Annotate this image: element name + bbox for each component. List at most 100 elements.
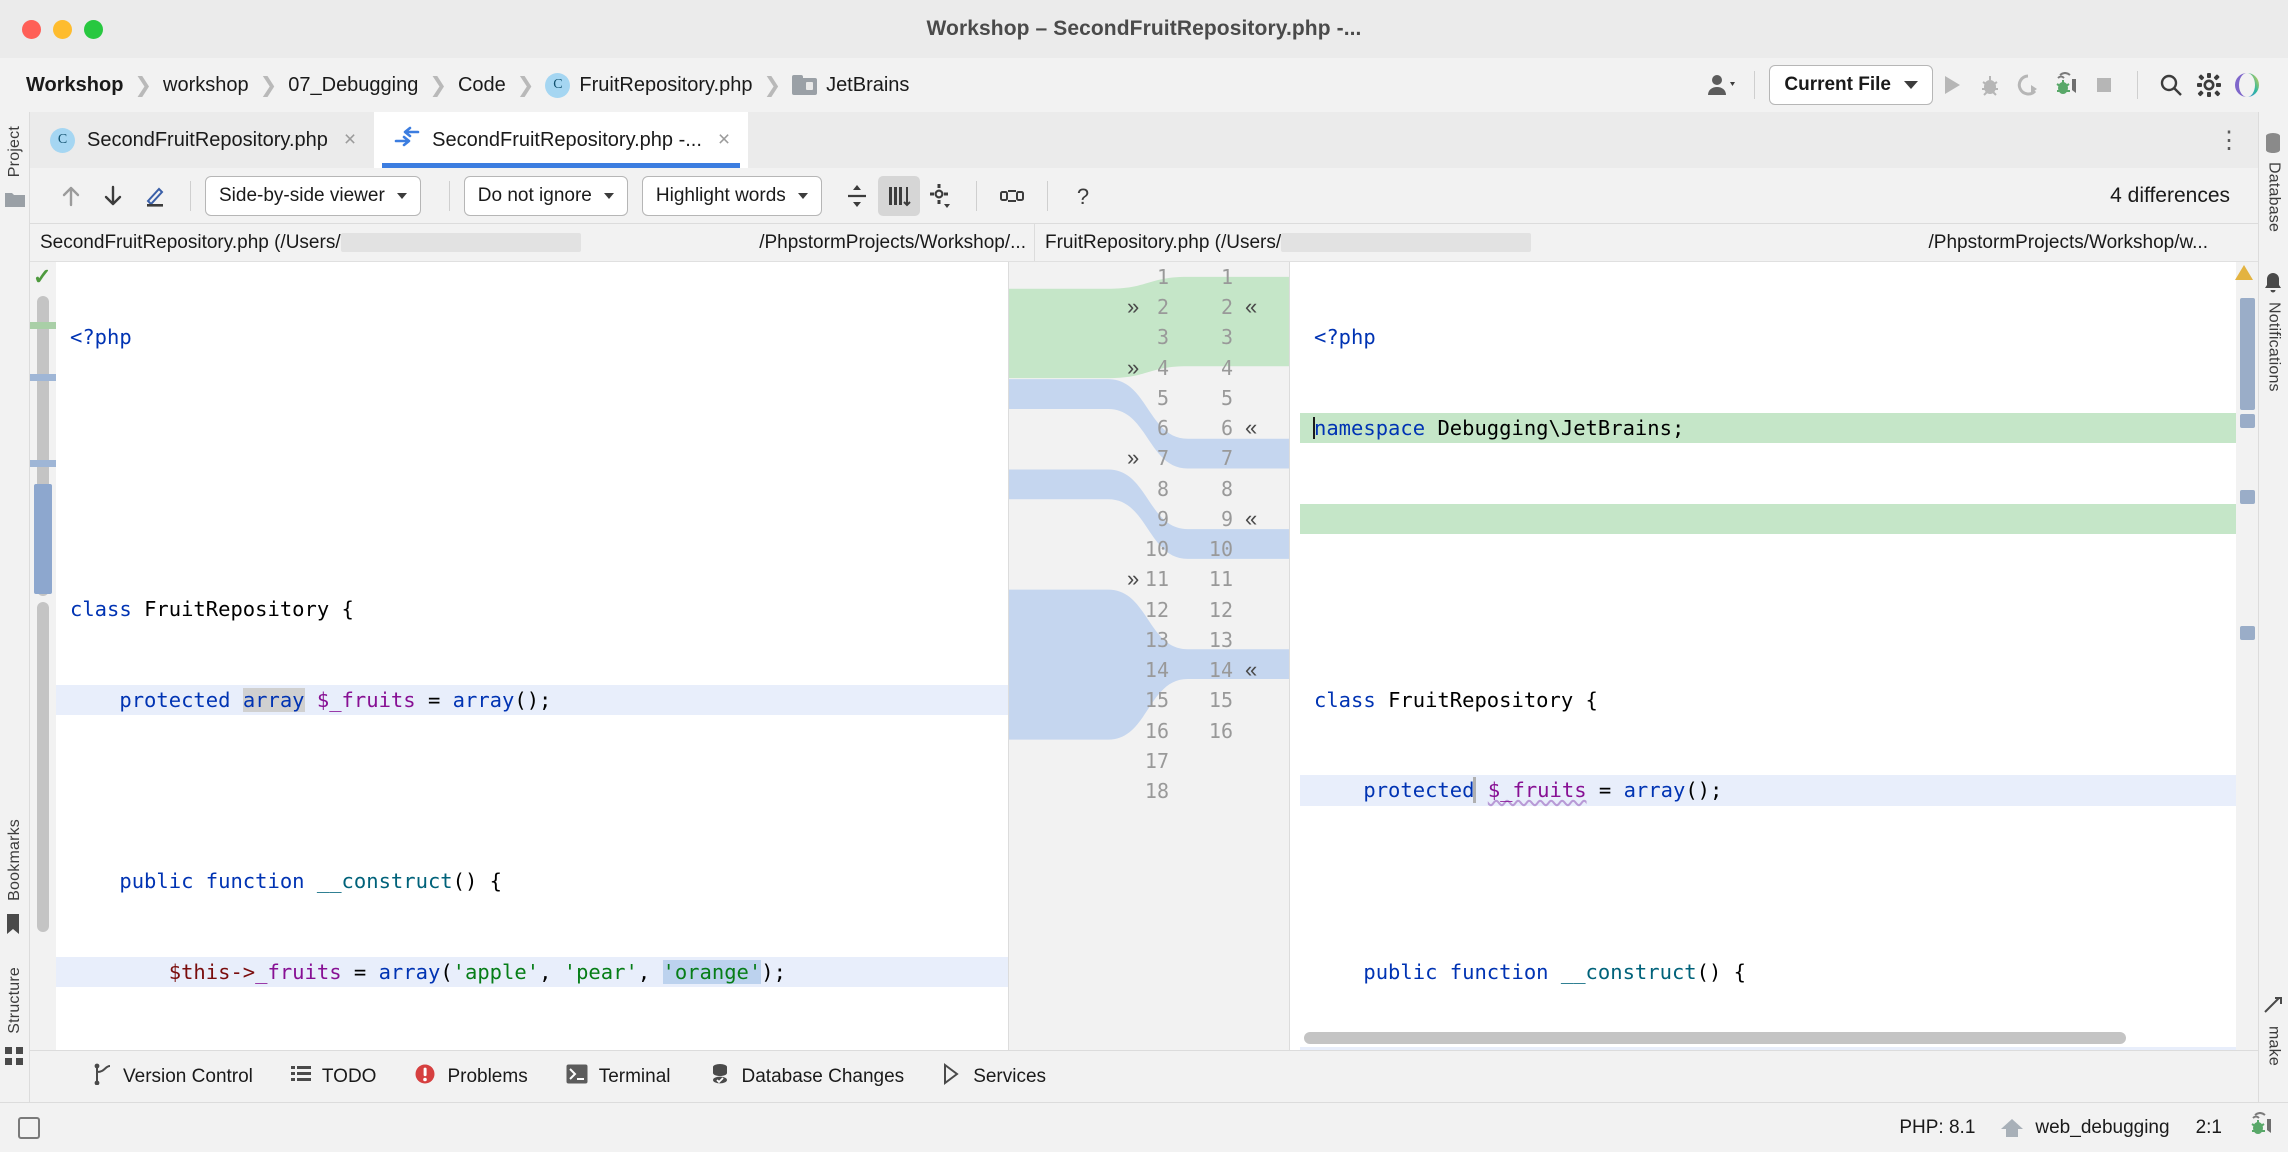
- chevron-down-icon: [396, 192, 407, 199]
- sidebar-item-structure[interactable]: Structure: [6, 967, 24, 1034]
- collapse-unchanged-icon[interactable]: [836, 176, 878, 216]
- layout-icon[interactable]: [18, 1116, 40, 1139]
- listen-php-debug-icon[interactable]: [2248, 1111, 2274, 1144]
- viewport-thumb[interactable]: [2240, 298, 2255, 410]
- sidebar-item-project[interactable]: Project: [6, 126, 24, 177]
- database-icon[interactable]: [2263, 132, 2285, 154]
- branch-indicator[interactable]: web_debugging: [2001, 1117, 2170, 1139]
- account-icon[interactable]: [1702, 66, 1740, 104]
- zoom-window-button[interactable]: [84, 19, 103, 39]
- left-line-number: 14: [1144, 658, 1169, 682]
- right-line-number: 12: [1208, 598, 1233, 622]
- left-line-number: 7: [1156, 446, 1169, 470]
- show-diff-icon[interactable]: [877, 175, 920, 216]
- apply-to-left-button[interactable]: «: [1245, 504, 1257, 534]
- run-icon[interactable]: [1933, 66, 1971, 104]
- diff-marker-modified[interactable]: [30, 374, 56, 381]
- viewport-thumb[interactable]: [34, 484, 52, 594]
- apply-to-right-button[interactable]: »: [1127, 564, 1139, 594]
- caret-position-indicator[interactable]: 2:1: [2196, 1117, 2222, 1139]
- sidebar-item-database[interactable]: Database: [2265, 162, 2283, 232]
- edit-pencil-icon[interactable]: [134, 176, 176, 216]
- apply-to-left-button[interactable]: «: [1245, 292, 1257, 322]
- stop-icon[interactable]: [2085, 66, 2123, 104]
- settings-gear-icon[interactable]: [2190, 66, 2228, 104]
- breadcrumb-separator: ❯: [259, 73, 278, 97]
- tool-window-todo[interactable]: TODO: [290, 1064, 403, 1090]
- tool-window-terminal[interactable]: Terminal: [566, 1064, 697, 1090]
- help-icon[interactable]: ?: [1062, 176, 1104, 216]
- apply-to-right-button[interactable]: »: [1127, 443, 1139, 473]
- window-title: Workshop – SecondFruitRepository.php -..…: [926, 17, 1362, 40]
- diff-marker-modified[interactable]: [2240, 414, 2255, 428]
- editor-tab-label: SecondFruitRepository.php: [87, 128, 328, 151]
- left-code-content[interactable]: <?php class FruitRepository { protected …: [56, 262, 1008, 1050]
- apply-to-left-button[interactable]: «: [1245, 655, 1257, 685]
- debug-icon[interactable]: [1971, 66, 2009, 104]
- tool-window-version-control[interactable]: Version Control: [92, 1063, 279, 1091]
- diff-gutter[interactable]: 1 2 3 4 5 6 7 8 9 10 11 12 13 14 15 16 1: [1008, 262, 1290, 1050]
- sync-scroll-icon[interactable]: [991, 176, 1033, 216]
- tool-window-database-changes[interactable]: Database Changes: [709, 1063, 931, 1091]
- ignore-policy-selector[interactable]: Do not ignore: [463, 175, 628, 216]
- close-tab-icon[interactable]: ×: [718, 128, 730, 152]
- diff-marker-modified[interactable]: [30, 460, 56, 467]
- diff-settings-icon[interactable]: [920, 176, 962, 216]
- close-tab-icon[interactable]: ×: [344, 128, 356, 152]
- left-line-number: 9: [1156, 507, 1169, 531]
- sidebar-item-make[interactable]: make: [2265, 1026, 2283, 1066]
- listen-php-debug-icon[interactable]: [2047, 66, 2085, 104]
- right-marker-gutter[interactable]: [2235, 262, 2258, 1050]
- project-icon[interactable]: [4, 189, 26, 211]
- toolbar-divider: [448, 180, 450, 211]
- search-icon[interactable]: [2152, 66, 2190, 104]
- breadcrumb-item-fruitrepository[interactable]: C FruitRepository.php: [545, 72, 752, 98]
- breadcrumb-item-code[interactable]: Code: [458, 74, 506, 97]
- right-line-number: 7: [1220, 446, 1233, 470]
- sidebar-item-notifications[interactable]: Notifications: [2265, 302, 2283, 392]
- tool-window-problems[interactable]: Problems: [414, 1063, 553, 1091]
- breadcrumb-item-workshop-dir[interactable]: workshop: [163, 74, 249, 97]
- diff-marker-inserted[interactable]: [30, 322, 56, 329]
- editor-tab-diff[interactable]: SecondFruitRepository.php -... ×: [374, 112, 749, 168]
- diff-marker-modified[interactable]: [2240, 626, 2255, 640]
- right-line-number: 14: [1208, 658, 1233, 682]
- diff-marker-modified[interactable]: [2240, 490, 2255, 504]
- bookmarks-icon[interactable]: [4, 913, 26, 935]
- editor-tab-secondfruitrepository[interactable]: C SecondFruitRepository.php ×: [30, 112, 375, 168]
- diff-left-pane[interactable]: ✓ <?php class FruitRepository { protecte…: [30, 262, 1008, 1050]
- main-body: Project Bookmarks Structure C SecondFrui…: [0, 112, 2288, 1102]
- sidebar-item-bookmarks[interactable]: Bookmarks: [6, 819, 24, 901]
- arrow-down-icon[interactable]: [92, 176, 134, 216]
- highlight-mode-selector[interactable]: Highlight words: [641, 175, 822, 216]
- horizontal-scrollbar[interactable]: [1304, 1032, 2238, 1044]
- left-marker-gutter[interactable]: ✓: [30, 262, 56, 1050]
- breadcrumb-item-07-debugging[interactable]: 07_Debugging: [288, 74, 418, 97]
- ai-assistant-icon[interactable]: [2228, 66, 2266, 104]
- structure-icon[interactable]: [4, 1046, 26, 1068]
- right-code-content[interactable]: <?php namespace Debugging\JetBrains; cla…: [1300, 262, 2258, 1050]
- apply-to-left-button[interactable]: «: [1245, 413, 1257, 443]
- tool-window-services[interactable]: Services: [942, 1062, 1072, 1091]
- make-icon[interactable]: [2263, 996, 2285, 1018]
- notifications-bell-icon[interactable]: [2263, 272, 2285, 294]
- run-with-coverage-icon[interactable]: [2009, 66, 2047, 104]
- editor-tab-options-icon[interactable]: ⋮: [2217, 112, 2258, 168]
- apply-to-right-button[interactable]: »: [1127, 353, 1139, 383]
- apply-to-right-button[interactable]: »: [1127, 292, 1139, 322]
- code-line: $this->_fruits = array('apple', 'pear', …: [1300, 1047, 2258, 1050]
- right-line-number: 11: [1208, 567, 1233, 591]
- right-line-number: 4: [1220, 356, 1233, 380]
- arrow-up-icon[interactable]: [50, 176, 92, 216]
- php-version-indicator[interactable]: PHP: 8.1: [1899, 1117, 1975, 1139]
- left-line-number: 1: [1156, 265, 1169, 289]
- scrollbar-track[interactable]: [37, 602, 49, 932]
- run-configuration-selector[interactable]: Current File: [1769, 65, 1933, 105]
- php-class-icon: C: [50, 127, 75, 153]
- breadcrumb-item-jetbrains[interactable]: JetBrains: [792, 74, 909, 97]
- diff-right-pane[interactable]: <?php namespace Debugging\JetBrains; cla…: [1290, 262, 2258, 1050]
- viewer-mode-selector[interactable]: Side-by-side viewer: [205, 175, 421, 216]
- close-window-button[interactable]: [22, 19, 41, 39]
- minimize-window-button[interactable]: [53, 19, 72, 39]
- breadcrumb-item-workshop[interactable]: Workshop: [26, 74, 123, 97]
